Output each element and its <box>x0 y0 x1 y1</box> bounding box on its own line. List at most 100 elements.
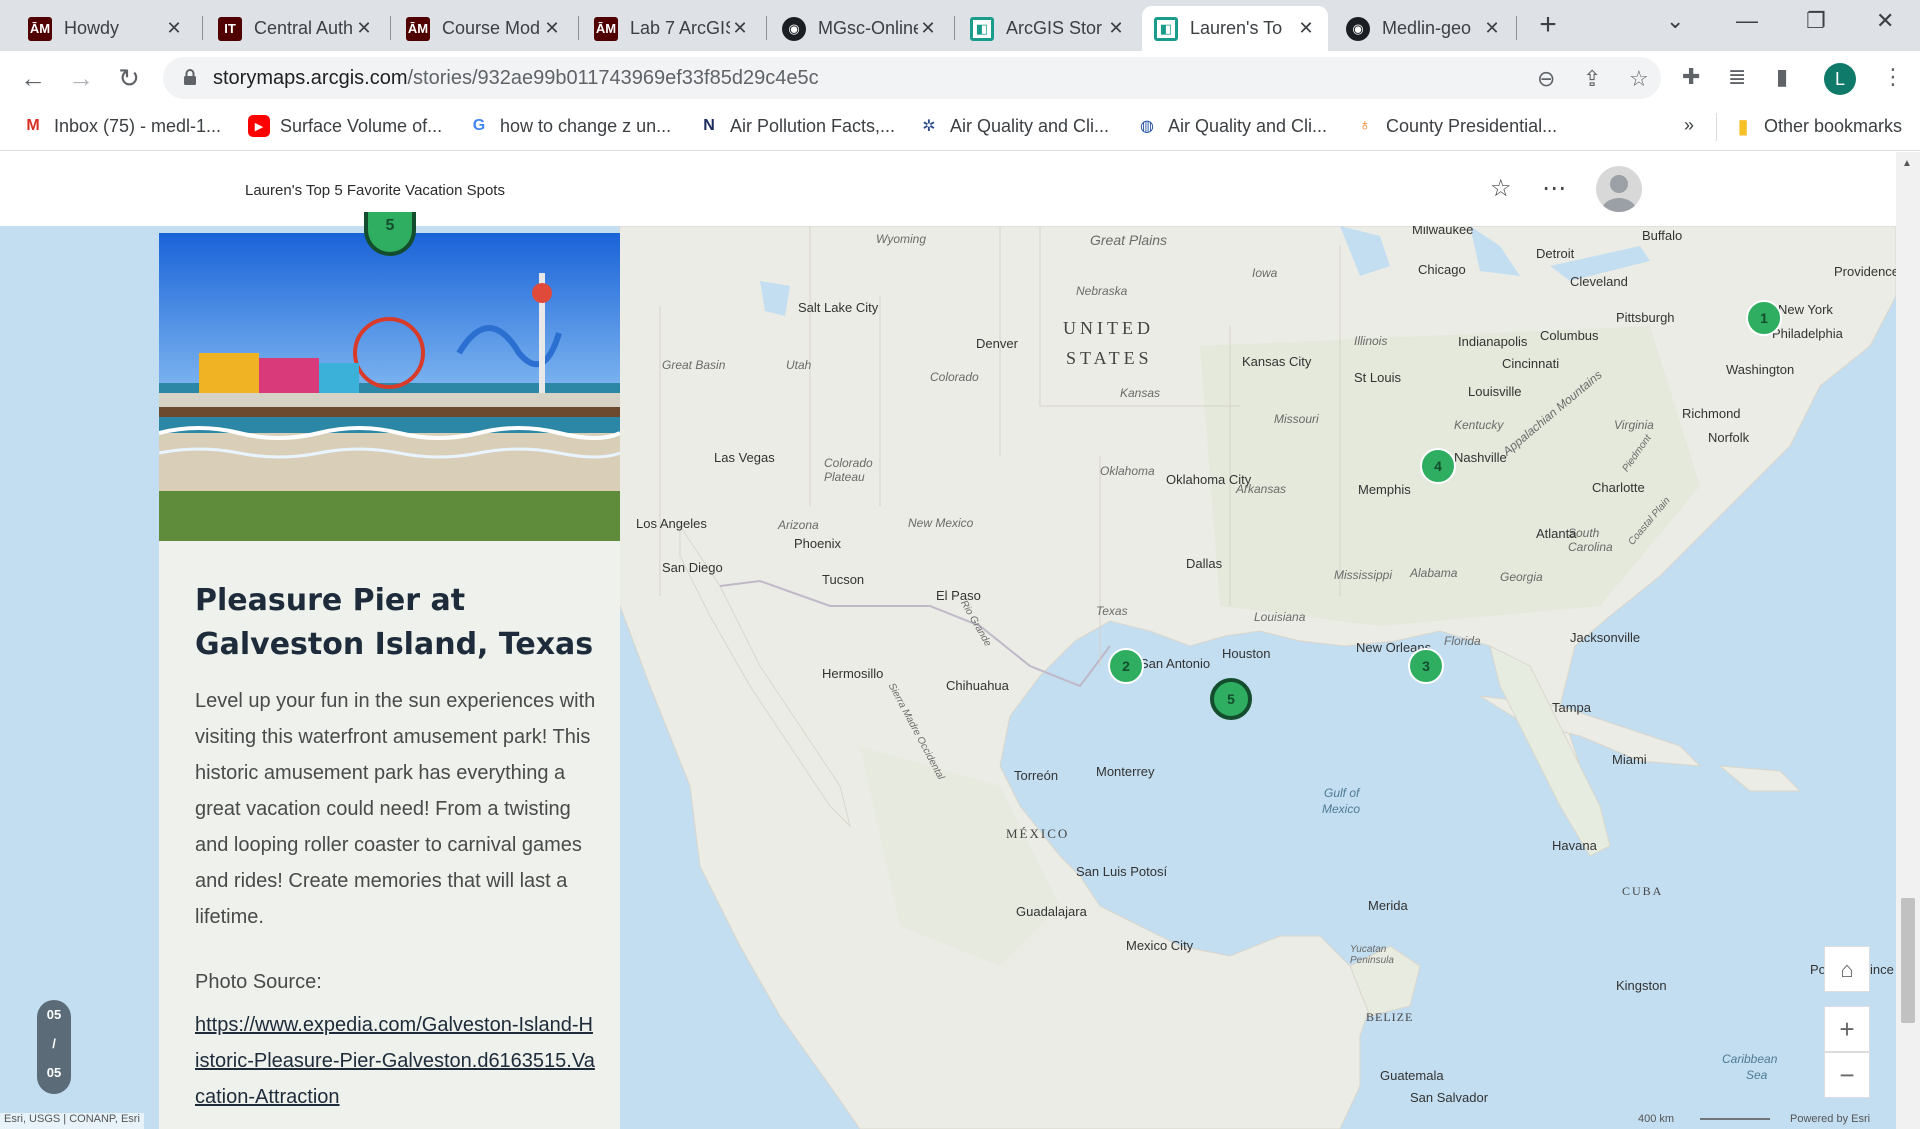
state-label: Mississippi <box>1334 568 1393 582</box>
scroll-up-icon[interactable]: ▲ <box>1902 158 1912 169</box>
card-heading: Pleasure Pier at Galveston Island, Texas <box>195 583 594 662</box>
region-label: Colorado Plateau <box>824 456 873 484</box>
city-label: Houston <box>1222 646 1271 661</box>
progress-total: 05 <box>46 1065 62 1080</box>
bookmark-item[interactable]: ♁ County Presidential... <box>1354 115 1557 137</box>
bookmark-item[interactable]: N Air Pollution Facts,... <box>698 115 895 137</box>
city-label: Las Vegas <box>714 450 775 465</box>
bookmark-item[interactable]: G how to change z un... <box>468 115 671 137</box>
close-window-button[interactable]: ✕ <box>1876 8 1894 34</box>
city-label: Pittsburgh <box>1616 310 1675 325</box>
bookmark-label: Air Quality and Cli... <box>950 115 1110 136</box>
tab-medlin-geo[interactable]: ◉ Medlin-geo ✕ <box>1334 6 1514 51</box>
tab-lab7[interactable]: ĀM Lab 7 ArcGIS ✕ <box>582 6 762 51</box>
url-text: storymaps.arcgis.com/stories/932ae99b011… <box>213 67 819 90</box>
bookmark-item[interactable]: ✲ Air Quality and Cli... <box>918 115 1109 137</box>
city-label: Phoenix <box>794 536 841 551</box>
close-icon[interactable]: ✕ <box>542 18 562 39</box>
tab-course-mod[interactable]: ĀM Course Mod ✕ <box>394 6 574 51</box>
map-marker-5[interactable]: 5 <box>1210 678 1252 720</box>
story-progress[interactable]: 05 / 05 <box>37 1000 71 1094</box>
tamu-icon: ĀM <box>406 16 430 41</box>
author-avatar[interactable] <box>1596 166 1642 212</box>
other-bookmarks[interactable]: ▮ Other bookmarks <box>1732 115 1902 138</box>
city-label: Norfolk <box>1708 430 1750 445</box>
map-attribution[interactable]: Esri, USGS | CONANP, Esri <box>0 1113 144 1129</box>
close-icon[interactable]: ✕ <box>354 18 374 39</box>
map-marker-1[interactable]: 1 <box>1746 300 1782 336</box>
menu-icon[interactable]: ⋮ <box>1882 64 1904 90</box>
city-label: Charlotte <box>1592 480 1645 495</box>
page-scrollbar[interactable]: ▲ <box>1896 152 1920 1129</box>
city-label: Hermosillo <box>822 666 884 681</box>
progress-current: 05 <box>46 1007 62 1022</box>
city-label: Kingston <box>1616 978 1667 993</box>
tab-search-icon[interactable]: ⌄ <box>1666 8 1684 34</box>
share-icon[interactable]: ⇪ <box>1583 66 1601 92</box>
profile-avatar[interactable]: L <box>1824 63 1856 95</box>
city-label: Chicago <box>1418 262 1466 277</box>
close-icon[interactable]: ✕ <box>1482 18 1502 39</box>
tab-mgsc[interactable]: ◉ MGsc-Online ✕ <box>770 6 950 51</box>
reload-button[interactable]: ↻ <box>112 61 146 95</box>
state-label: Florida <box>1444 634 1481 648</box>
city-label: Washington <box>1726 362 1795 377</box>
github-icon: ◉ <box>782 16 806 41</box>
storymaps-icon: ◧ <box>970 16 994 41</box>
media-control-icon[interactable]: ≣ <box>1728 64 1746 90</box>
scrollbar-thumb[interactable] <box>1901 898 1915 1023</box>
minimize-button[interactable]: — <box>1736 8 1758 34</box>
more-options-icon[interactable]: ⋯ <box>1542 174 1566 203</box>
side-panel-icon[interactable]: ▮ <box>1776 64 1788 90</box>
close-icon[interactable]: ✕ <box>1296 18 1316 39</box>
tab-howdy[interactable]: ĀM Howdy ✕ <box>16 6 196 51</box>
tab-arcgis-stor[interactable]: ◧ ArcGIS Stor ✕ <box>958 6 1138 51</box>
bookmark-label: County Presidential... <box>1386 115 1558 136</box>
bookmarks-overflow-button[interactable]: » <box>1684 115 1694 136</box>
close-icon[interactable]: ✕ <box>164 18 184 39</box>
story-card: Pleasure Pier at Galveston Island, Texas… <box>159 233 620 1129</box>
tab-title: Course Mod <box>442 18 541 38</box>
photo-source-link[interactable]: https://www.expedia.com/Galveston-Island… <box>195 1007 595 1115</box>
lock-icon <box>184 69 196 85</box>
address-bar[interactable]: storymaps.arcgis.com/stories/932ae99b011… <box>163 57 1661 99</box>
new-tab-button[interactable]: + <box>1530 10 1566 42</box>
city-label: St Louis <box>1354 370 1401 385</box>
back-button[interactable]: ← <box>16 61 50 95</box>
tab-laurens-top[interactable]: ◧ Lauren's To ✕ <box>1142 6 1328 51</box>
bookmark-item[interactable]: ◍ Air Quality and Cli... <box>1136 115 1327 137</box>
map-marker-3[interactable]: 3 <box>1408 648 1444 684</box>
tab-central-auth[interactable]: IT Central Auth ✕ <box>206 6 386 51</box>
country-label: UNITED <box>1063 318 1154 338</box>
city-label: Providence <box>1834 264 1896 279</box>
home-button[interactable]: ⌂ <box>1824 946 1870 992</box>
zoom-icon[interactable]: ⊖ <box>1537 66 1555 92</box>
zoom-in-button[interactable]: + <box>1824 1006 1870 1052</box>
zoom-out-button[interactable]: − <box>1824 1052 1870 1098</box>
close-icon[interactable]: ✕ <box>730 18 750 39</box>
favorite-star-icon[interactable]: ☆ <box>1490 174 1512 203</box>
tab-title: ArcGIS Stor <box>1006 18 1103 38</box>
state-label: Wyoming <box>876 232 927 246</box>
github-icon: ◉ <box>1346 16 1370 41</box>
map-marker-4[interactable]: 4 <box>1420 448 1456 484</box>
city-label: Dallas <box>1186 556 1223 571</box>
city-label: Cincinnati <box>1502 356 1560 371</box>
city-label: Guadalajara <box>1016 904 1087 919</box>
state-label: Georgia <box>1500 570 1543 584</box>
map-marker-2[interactable]: 2 <box>1108 648 1144 684</box>
state-label: Virginia <box>1614 418 1654 432</box>
forward-button[interactable]: → <box>64 61 98 95</box>
restore-button[interactable]: ❐ <box>1806 8 1826 34</box>
bookmarks-bar: M Inbox (75) - medl-1... ▶ Surface Volum… <box>0 105 1920 151</box>
city-label: San Luis Potosí <box>1076 864 1168 879</box>
powered-by[interactable]: Powered by Esri <box>1786 1113 1874 1129</box>
bookmark-star-icon[interactable]: ☆ <box>1629 66 1649 92</box>
gmail-icon: M <box>26 117 40 134</box>
city-label: Milwaukee <box>1412 226 1474 237</box>
close-icon[interactable]: ✕ <box>918 18 938 39</box>
extensions-icon[interactable]: ✚ <box>1682 64 1700 90</box>
bookmark-item[interactable]: M Inbox (75) - medl-1... <box>22 115 221 137</box>
bookmark-item[interactable]: ▶ Surface Volume of... <box>248 115 442 137</box>
close-icon[interactable]: ✕ <box>1106 18 1126 39</box>
